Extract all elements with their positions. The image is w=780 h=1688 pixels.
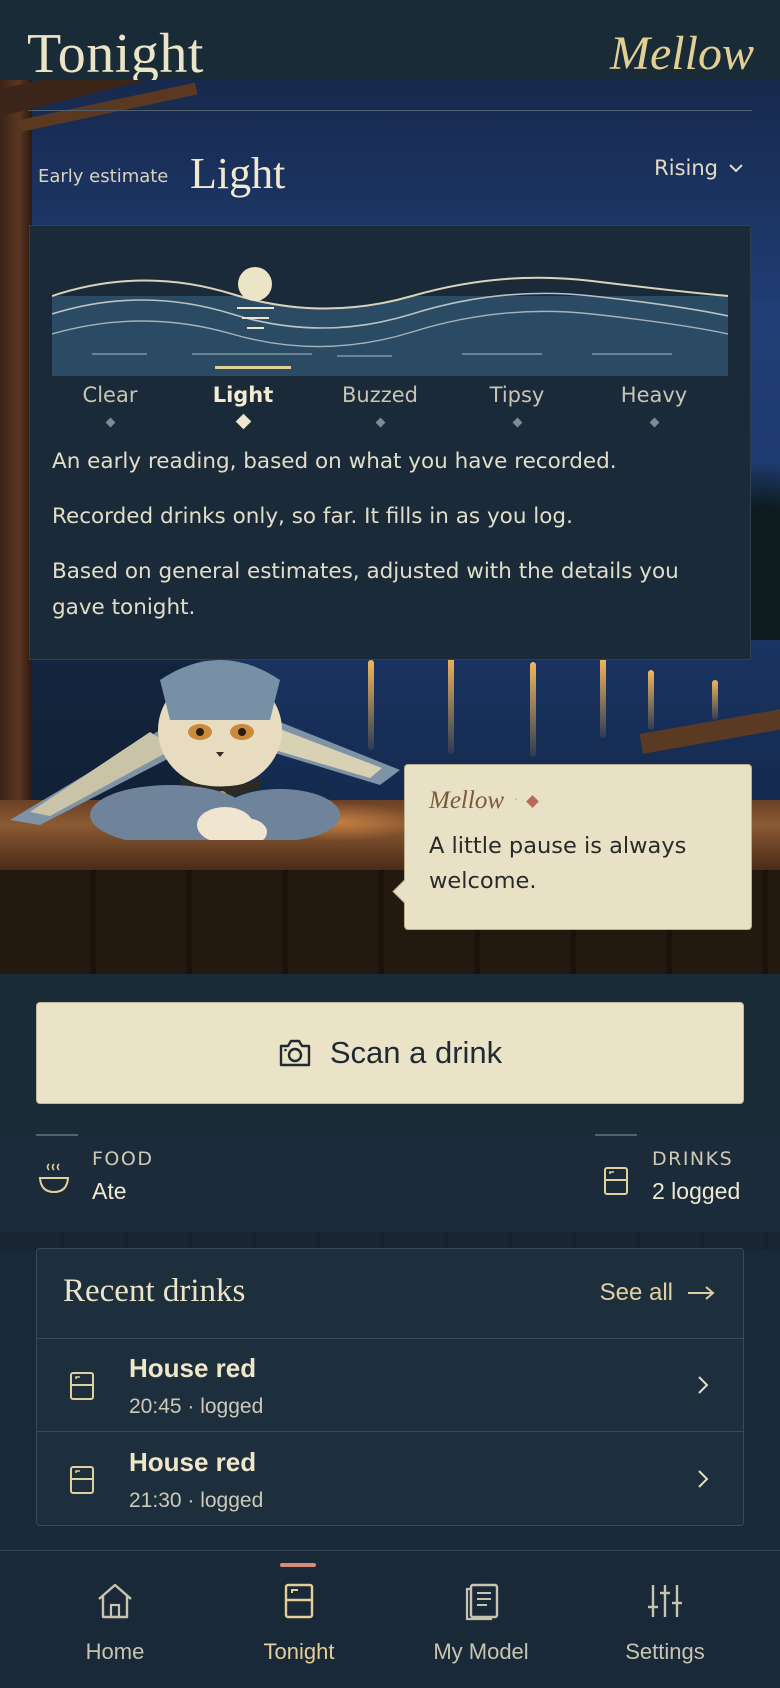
chevron-down-icon (729, 164, 743, 173)
page-title: Tonight (27, 23, 204, 85)
glass-icon (284, 1583, 314, 1619)
brand-logo: Mellow (610, 27, 754, 80)
active-level-indicator (215, 366, 291, 369)
diamond-icon (525, 794, 539, 808)
trend-label: Rising (654, 156, 718, 180)
level-heavy: Heavy (594, 383, 714, 428)
glass-icon (70, 1466, 94, 1494)
wave-gauge-illustration (52, 256, 728, 376)
chevron-right-icon (698, 1376, 709, 1394)
book-icon (465, 1583, 499, 1621)
bowl-icon (38, 1163, 70, 1194)
drink-name: House red (129, 1353, 257, 1383)
recent-drinks-title: Recent drinks (63, 1273, 246, 1309)
food-stat[interactable]: FOOD Ate (36, 1134, 336, 1232)
nav-tonight[interactable]: Tonight (209, 1551, 389, 1688)
nav-settings-label: Settings (625, 1639, 705, 1664)
sliders-icon (648, 1585, 682, 1617)
stats-strip: FOOD Ate DRINKS 2 logged (0, 1134, 780, 1232)
level-tipsy: Tipsy (457, 383, 577, 428)
nav-my-model[interactable]: My Model (391, 1551, 571, 1688)
arrow-right-icon (688, 1286, 715, 1300)
note-text: An early reading, based on what you have… (52, 449, 617, 474)
see-all-label: See all (599, 1279, 673, 1306)
estimate-value: Light (190, 149, 286, 198)
estimate-card: Clear Light Buzzed Tipsy Heavy An early … (29, 225, 751, 660)
recent-drinks-header: Recent drinks See all (37, 1249, 743, 1339)
note-text: Based on general estimates, adjusted wit… (52, 559, 679, 620)
active-tab-indicator (280, 1563, 316, 1567)
drink-meta: 20:45 · logged (129, 1395, 264, 1418)
glass-icon (70, 1372, 94, 1400)
food-label: FOOD (92, 1148, 154, 1170)
note-text: Recorded drinks only, so far. It fills i… (52, 504, 573, 529)
see-all-link[interactable]: See all (600, 1279, 715, 1307)
drink-name: House red (129, 1447, 257, 1477)
mellow-speech-bubble: Mellow · A little pause is always welcom… (404, 764, 752, 930)
app-header: Tonight Mellow (0, 0, 780, 85)
bubble-speaker: Mellow · (429, 787, 727, 815)
nav-my-model-label: My Model (433, 1639, 529, 1664)
list-item[interactable]: House red 21:30 · logged (37, 1433, 743, 1526)
list-item[interactable]: House red 20:45 · logged (37, 1339, 743, 1432)
nav-tonight-label: Tonight (263, 1639, 335, 1664)
header-divider (28, 110, 752, 111)
nav-home[interactable]: Home (25, 1551, 205, 1688)
estimate-notes: An early reading, based on what you have… (52, 444, 728, 645)
scan-drink-button[interactable]: Scan a drink (36, 1002, 744, 1104)
estimate-row: Early estimate Light Rising (36, 148, 744, 208)
drink-meta: 21:30 · logged (129, 1489, 264, 1512)
bottom-nav: Home Tonight My Model Settings (0, 1550, 780, 1688)
level-clear: Clear (50, 383, 170, 428)
glass-icon (604, 1167, 628, 1195)
estimate-label: Early estimate (38, 166, 169, 187)
trend-dropdown[interactable]: Rising (654, 156, 744, 180)
drinks-value: 2 logged (652, 1178, 741, 1204)
chevron-right-icon (698, 1470, 709, 1488)
bubble-message: A little pause is always welcome. (429, 833, 687, 894)
nav-home-label: Home (85, 1639, 145, 1664)
camera-icon (279, 1039, 311, 1067)
home-icon (98, 1583, 132, 1619)
level-buzzed: Buzzed (320, 383, 440, 428)
scan-label: Scan a drink (329, 1035, 503, 1070)
nav-settings[interactable]: Settings (575, 1551, 755, 1688)
level-scale: Clear Light Buzzed Tipsy Heavy (50, 383, 730, 443)
level-light: Light (183, 383, 303, 430)
drinks-stat[interactable]: DRINKS 2 logged (595, 1134, 755, 1232)
recent-drinks-panel: Recent drinks See all House red 20:45 · … (36, 1248, 744, 1526)
food-value: Ate (92, 1178, 127, 1204)
drinks-label: DRINKS (652, 1148, 734, 1170)
